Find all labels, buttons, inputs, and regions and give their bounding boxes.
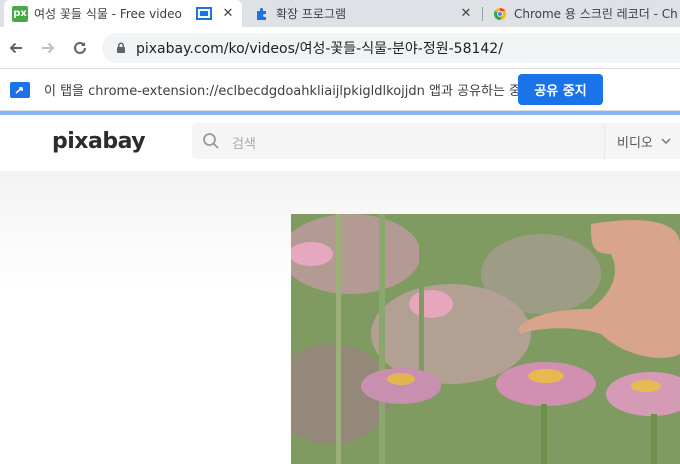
- media-type-label: 비디오: [617, 135, 653, 151]
- forward-button[interactable]: [36, 36, 60, 60]
- tab-title: 확장 프로그램: [276, 7, 347, 21]
- screen-share-icon: [10, 81, 30, 98]
- browser-toolbar: pixabay.com/ko/videos/여성-꽃들-식물-분야-정원-581…: [0, 27, 680, 69]
- lock-icon: [117, 42, 125, 53]
- video-preview[interactable]: [291, 214, 680, 464]
- tab-strip: px 여성 꽃들 식물 - Free video ✕ 확장 프로그램 ✕ Chr…: [0, 0, 680, 27]
- sharing-message: 이 탭을 chrome-extension://eclbecdgdoahklia…: [44, 84, 522, 99]
- media-type-select[interactable]: 비디오: [604, 123, 680, 159]
- tab-extensions[interactable]: 확장 프로그램 ✕: [246, 0, 480, 27]
- forward-arrow-icon: [42, 42, 55, 54]
- tab-divider: [482, 7, 483, 21]
- search-icon: [203, 133, 219, 149]
- reload-icon: [74, 41, 86, 54]
- stop-sharing-button[interactable]: 공유 중지: [518, 74, 603, 105]
- pixabay-favicon-icon: px: [12, 5, 28, 22]
- flower-video-frame: [291, 214, 680, 464]
- tab-screen-recorder[interactable]: Chrome 용 스크린 레코더 - Ch: [484, 0, 680, 27]
- puzzle-icon: [254, 6, 270, 22]
- tab-sharing-icon: [196, 7, 212, 20]
- tab-title: Chrome 용 스크린 레코더 - Ch: [514, 7, 678, 21]
- pixabay-logo[interactable]: pixabay: [52, 129, 146, 154]
- url-text: pixabay.com/ko/videos/여성-꽃들-식물-분야-정원-581…: [136, 41, 503, 57]
- address-bar[interactable]: pixabay.com/ko/videos/여성-꽃들-식물-분야-정원-581…: [102, 33, 680, 63]
- back-arrow-icon: [9, 42, 22, 54]
- search-placeholder: 검색: [232, 137, 256, 152]
- site-header: pixabay 검색 비디오: [0, 115, 680, 171]
- back-button[interactable]: [4, 36, 28, 60]
- close-icon[interactable]: ✕: [220, 6, 236, 21]
- page-content: pixabay 검색 비디오: [0, 115, 680, 464]
- close-icon[interactable]: ✕: [458, 6, 474, 21]
- chevron-down-icon: [661, 138, 671, 144]
- tab-pixabay[interactable]: px 여성 꽃들 식물 - Free video ✕: [4, 0, 242, 27]
- search-bar[interactable]: 검색 비디오: [192, 123, 680, 159]
- reload-button[interactable]: [68, 36, 92, 60]
- tab-title: 여성 꽃들 식물 - Free video: [34, 7, 182, 21]
- sharing-infobar: 이 탭을 chrome-extension://eclbecdgdoahklia…: [0, 69, 680, 111]
- chrome-webstore-icon: [492, 6, 508, 22]
